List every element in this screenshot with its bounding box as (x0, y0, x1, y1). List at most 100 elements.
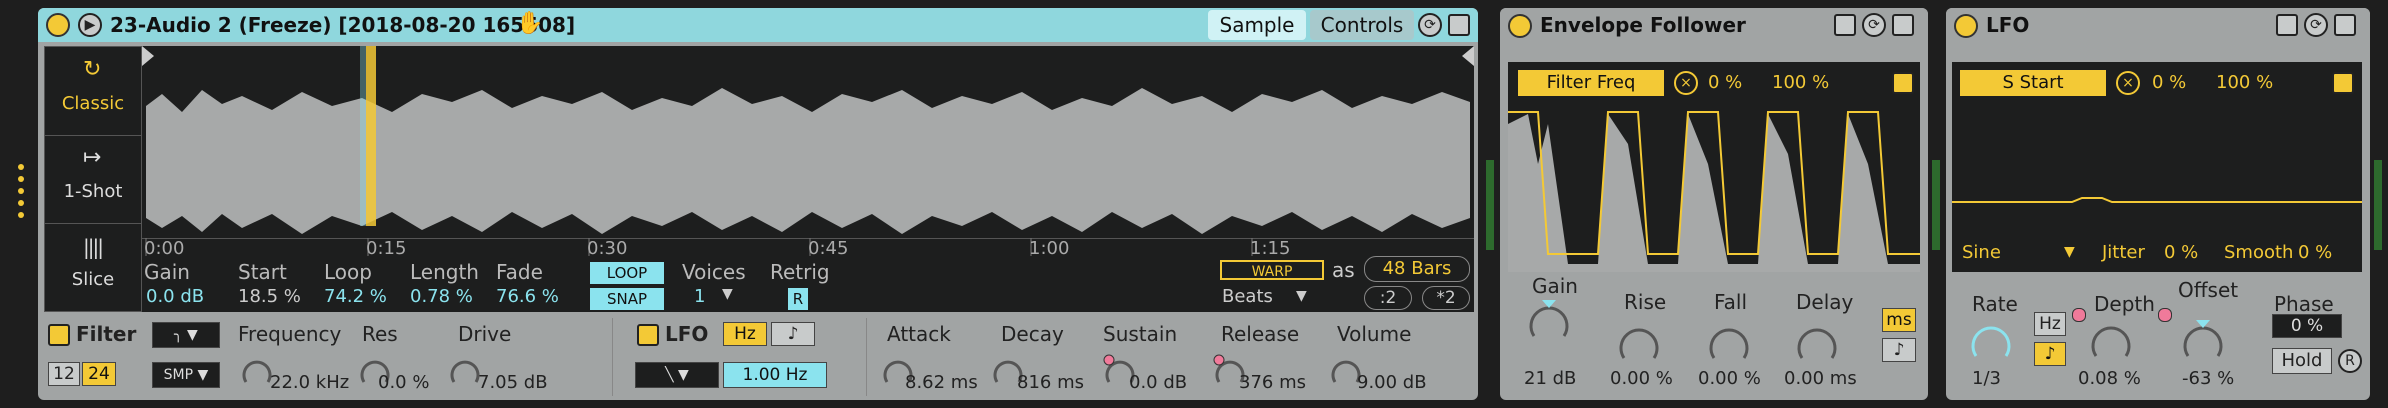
mode-slice[interactable]: |||| Slice (45, 223, 141, 311)
device-power-button[interactable] (1508, 14, 1532, 38)
half-tempo-button[interactable]: :2 (1364, 286, 1412, 310)
unmap-icon[interactable]: × (2116, 71, 2140, 95)
snap-toggle[interactable]: SNAP (590, 288, 664, 310)
filter-type-select[interactable]: SMP ▼ (152, 362, 220, 388)
device-power-button[interactable] (1954, 14, 1978, 38)
device-refresh-icon[interactable]: ⟳ (1862, 13, 1886, 37)
tab-controls[interactable]: Controls (1310, 10, 1414, 40)
envelope-follower-device: Envelope Follower ⟳ Filter Freq × 0 % 10… (1500, 8, 1928, 400)
volume-value[interactable]: 9.00 dB (1357, 372, 1427, 393)
envelope-follower-title: Envelope Follower (1540, 13, 1746, 37)
phase-value[interactable]: 0 % (2272, 314, 2342, 338)
retrig-toggle[interactable]: R (788, 288, 808, 310)
lfo-note-button[interactable]: ♪ (771, 322, 815, 346)
filter-type-value: SMP (163, 367, 194, 383)
voices-value[interactable]: 1 (694, 286, 705, 307)
start-label: Start (238, 260, 287, 284)
slice-icon: |||| (83, 235, 104, 259)
rate-hz-button[interactable]: Hz (2034, 312, 2066, 336)
map-icon[interactable] (2276, 14, 2298, 36)
device-power-button[interactable] (46, 13, 70, 37)
fall-knob[interactable] (1706, 320, 1752, 366)
attack-label: Attack (887, 322, 951, 346)
rise-value[interactable]: 0.00 % (1610, 368, 1673, 389)
double-tempo-button[interactable]: *2 (1422, 286, 1470, 310)
rise-knob[interactable] (1616, 320, 1662, 366)
warp-toggle[interactable]: WARP (1220, 260, 1324, 280)
unmap-icon[interactable]: × (1674, 71, 1698, 95)
save-preset-icon[interactable] (2334, 14, 2356, 36)
res-label: Res (362, 322, 398, 346)
lfo-rate-value: 1.00 (742, 365, 781, 385)
max-value[interactable]: 100 % (2216, 72, 2273, 93)
delay-ms-button[interactable]: ms (1882, 308, 1916, 332)
rate-note-button[interactable]: ♪ (2034, 342, 2066, 366)
frequency-knob[interactable] (240, 354, 274, 388)
max-value[interactable]: 100 % (1772, 72, 1829, 93)
sustain-value[interactable]: 0.0 dB (1129, 372, 1187, 393)
filter-slope-24[interactable]: 24 (82, 362, 116, 386)
jitter-value[interactable]: 0 % (2164, 242, 2198, 263)
depth-knob[interactable] (2088, 318, 2134, 364)
frequency-value[interactable]: 22.0 kHz (270, 372, 349, 393)
tab-sample[interactable]: Sample (1208, 10, 1306, 40)
chevron-down-icon[interactable]: ▼ (1296, 288, 1307, 304)
warp-bars-value[interactable]: 48 Bars (1364, 256, 1470, 282)
filter-shape-select[interactable]: ╮ ▼ (152, 322, 220, 348)
depth-value[interactable]: 0.08 % (2078, 368, 2141, 389)
lfo-enable-toggle[interactable] (637, 324, 659, 346)
waveform-display[interactable]: 0:00 0:15 0:30 0:45 1:00 1:15 Gain 0.0 d… (142, 46, 1474, 312)
delay-knob[interactable] (1794, 320, 1840, 366)
rate-knob[interactable] (1968, 318, 2014, 364)
gain-knob[interactable] (1526, 298, 1572, 344)
offset-knob[interactable] (2180, 318, 2226, 364)
drive-value[interactable]: 7.05 dB (478, 372, 548, 393)
hand-drag-icon[interactable]: ✋ (516, 11, 543, 36)
hold-button[interactable]: Hold (2272, 348, 2332, 374)
device-refresh-icon[interactable]: ⟳ (1418, 13, 1442, 37)
delay-value[interactable]: 0.00 ms (1784, 368, 1857, 389)
list-icon[interactable] (1892, 72, 1914, 94)
filter-slope-12[interactable]: 12 (48, 362, 80, 386)
retrigger-button[interactable]: R (2338, 349, 2362, 373)
gain-value[interactable]: 0.0 dB (146, 286, 204, 307)
chevron-down-icon[interactable]: ▼ (2064, 244, 2075, 260)
save-preset-icon[interactable] (1448, 14, 1470, 36)
preview-play-icon[interactable]: ▶ (78, 13, 102, 37)
lfo-hz-button[interactable]: Hz (723, 322, 767, 346)
lfo-wave-select[interactable]: ╲ ▼ (635, 362, 719, 388)
mode-classic[interactable]: ↻ Classic (45, 47, 141, 136)
length-value[interactable]: 0.78 % (410, 286, 473, 307)
lfo-rate-field[interactable]: 1.00 Hz (723, 362, 827, 388)
modulation-dot-icon (2158, 308, 2172, 322)
chevron-down-icon[interactable]: ▼ (722, 286, 733, 302)
warp-mode-value[interactable]: Beats (1222, 286, 1273, 307)
loop-toggle[interactable]: LOOP (590, 262, 664, 284)
gain-value[interactable]: 21 dB (1524, 368, 1576, 389)
target-param-button[interactable]: S Start (1960, 70, 2106, 96)
device-refresh-icon[interactable]: ⟳ (2304, 13, 2328, 37)
drive-knob[interactable] (448, 354, 482, 388)
loop-value[interactable]: 74.2 % (324, 286, 387, 307)
mode-one-shot[interactable]: ↦ 1-Shot (45, 135, 141, 224)
offset-value[interactable]: -63 % (2182, 368, 2234, 389)
rate-value[interactable]: 1/3 (1972, 368, 2001, 389)
start-value[interactable]: 18.5 % (238, 286, 301, 307)
decay-value[interactable]: 816 ms (1017, 372, 1084, 393)
release-value[interactable]: 376 ms (1239, 372, 1306, 393)
attack-value[interactable]: 8.62 ms (905, 372, 978, 393)
fall-value[interactable]: 0.00 % (1698, 368, 1761, 389)
min-value[interactable]: 0 % (2152, 72, 2186, 93)
save-preset-icon[interactable] (1892, 14, 1914, 36)
list-icon[interactable] (2332, 72, 2354, 94)
map-icon[interactable] (1834, 14, 1856, 36)
smooth-value[interactable]: 0 % (2298, 242, 2332, 263)
delay-label: Delay (1796, 290, 1854, 314)
delay-note-button[interactable]: ♪ (1882, 338, 1916, 362)
fade-value[interactable]: 76.6 % (496, 286, 559, 307)
res-value[interactable]: 0.0 % (378, 372, 429, 393)
shape-value[interactable]: Sine (1962, 242, 2001, 263)
filter-enable-toggle[interactable] (48, 324, 70, 346)
min-value[interactable]: 0 % (1708, 72, 1742, 93)
target-param-button[interactable]: Filter Freq (1518, 70, 1664, 96)
